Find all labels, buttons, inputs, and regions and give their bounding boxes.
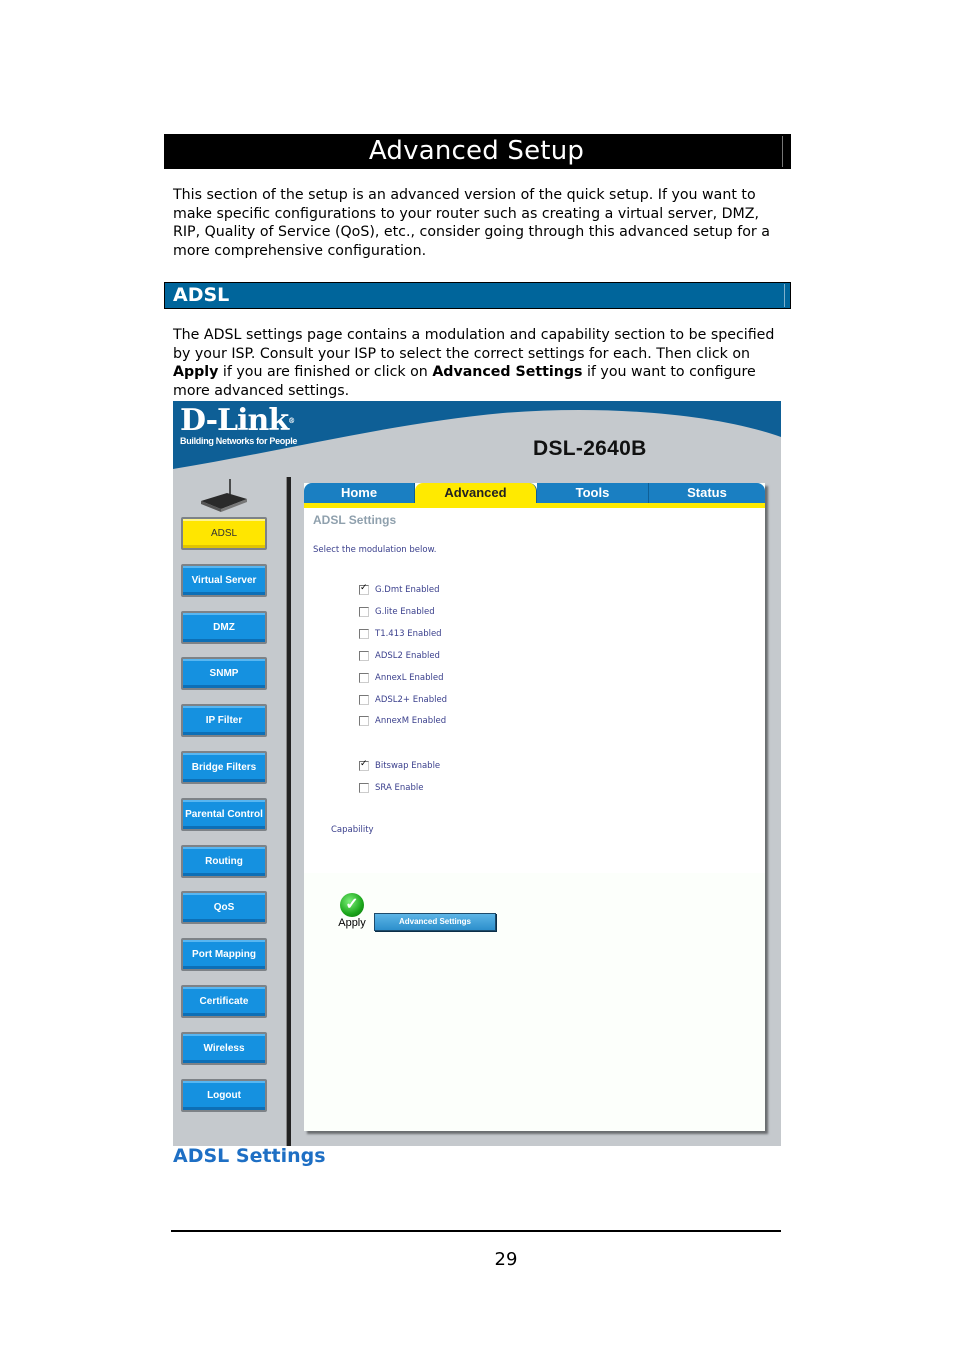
intro-paragraph: This section of the setup is an advanced… <box>173 187 770 259</box>
option-row: AnnexL Enabled <box>359 672 444 683</box>
apply-label: Apply <box>338 917 366 929</box>
option-label: ADSL2 Enabled <box>375 650 440 661</box>
option-label: SRA Enable <box>375 782 424 793</box>
section-header-bar: ADSL <box>164 282 791 309</box>
sidebar-item-bridge-filters[interactable]: Bridge Filters <box>181 751 267 784</box>
footer-rule <box>171 1230 781 1232</box>
sidebar-item-routing[interactable]: Routing <box>181 844 267 878</box>
sidebar-item-virtual-server[interactable]: Virtual Server <box>181 563 267 597</box>
router-device-icon <box>201 479 247 512</box>
capability-label: Capability <box>331 825 374 835</box>
sidebar-item-wireless[interactable]: Wireless <box>181 1031 267 1065</box>
sidebar-item-port-mapping[interactable]: Port Mapping <box>181 938 267 972</box>
sidebar-item-certificate[interactable]: Certificate <box>181 985 267 1018</box>
option-row: AnnexM Enabled <box>359 716 447 727</box>
modulation-instruction: Select the modulation below. <box>313 545 437 555</box>
option-label: ADSL2+ Enabled <box>375 694 448 705</box>
page-title-bar: Advanced Setup <box>164 134 791 169</box>
option-label: T1.413 Enabled <box>375 628 442 639</box>
section-bold-advanced: Advanced Settings <box>432 364 583 381</box>
option-row: Bitswap Enable <box>359 759 441 771</box>
checkbox-adsl2-enabled[interactable] <box>359 650 369 661</box>
sidebar-item-snmp[interactable]: SNMP <box>181 657 267 691</box>
section-text-1: The ADSL settings page contains a modula… <box>173 327 775 362</box>
brand-name: D-Link <box>180 403 289 438</box>
option-label: Bitswap Enable <box>375 761 441 771</box>
panel-title: ADSL Settings <box>313 513 397 527</box>
sidebar-item-logout[interactable]: Logout <box>181 1078 267 1112</box>
tab-home[interactable]: Home <box>304 483 415 503</box>
option-row: SRA Enable <box>359 782 424 793</box>
checkmark-icon: ✓ <box>340 893 364 917</box>
panel-body <box>304 508 765 873</box>
option-label: G.Dmt Enabled <box>375 585 440 595</box>
checkbox-bitswap-enable[interactable] <box>359 759 369 771</box>
checkbox-adsl2-enabled[interactable] <box>359 694 369 705</box>
section-text-2: if you are finished or click on <box>218 364 433 381</box>
section-title: ADSL <box>173 284 230 306</box>
checkbox-sra-enable[interactable] <box>359 782 369 793</box>
checkbox-t1-413-enabled[interactable] <box>359 628 369 639</box>
option-label: AnnexM Enabled <box>375 716 447 727</box>
sidebar-item-parental-control[interactable]: Parental Control <box>181 797 267 831</box>
option-label: AnnexL Enabled <box>375 672 444 683</box>
tab-bar: Home Advanced Tools Status <box>304 483 765 503</box>
option-label: G.lite Enabled <box>375 606 435 617</box>
router-ui-screenshot: D-Link® Building Networks for People DSL… <box>173 401 781 1146</box>
tab-advanced[interactable]: Advanced <box>415 483 537 503</box>
sidebar-divider <box>286 477 291 1146</box>
option-row: ADSL2+ Enabled <box>359 694 448 705</box>
brand-tagline: Building Networks for People <box>180 436 298 446</box>
registered-mark: ® <box>288 416 295 425</box>
sidebar-item-qos[interactable]: QoS <box>181 891 267 925</box>
checkbox-annexl-enabled[interactable] <box>359 672 369 683</box>
checkbox-g-lite-enabled[interactable] <box>359 606 369 617</box>
content-panel: Home Advanced Tools Status ADSL Settings Se… <box>304 483 765 1131</box>
title-bar-edge <box>782 136 783 167</box>
figure-caption: ADSL Settings <box>173 1145 326 1167</box>
section-paragraph: The ADSL settings page contains a modula… <box>173 326 788 400</box>
tab-tools[interactable]: Tools <box>537 483 649 503</box>
advanced-settings-button[interactable]: Advanced Settings <box>374 913 496 931</box>
apply-button[interactable]: ✓ Apply <box>336 893 368 931</box>
section-bar-edge <box>784 284 785 307</box>
sidebar-item-ip-filter[interactable]: IP Filter <box>181 704 267 738</box>
checkbox-annexm-enabled[interactable] <box>359 716 369 727</box>
tab-status[interactable]: Status <box>649 483 765 503</box>
checkbox-g-dmt-enabled[interactable] <box>359 583 369 595</box>
option-row: T1.413 Enabled <box>359 628 442 639</box>
model-name: DSL-2640B <box>533 437 647 460</box>
sidebar-item-dmz[interactable]: DMZ <box>181 610 267 644</box>
page-number: 29 <box>494 1249 518 1270</box>
page-title: Advanced Setup <box>368 136 585 166</box>
dlink-logo: D-Link® Building Networks for People <box>180 406 297 447</box>
section-bold-apply: Apply <box>173 364 219 381</box>
option-row: ADSL2 Enabled <box>359 650 440 661</box>
sidebar-item-adsl[interactable]: ADSL <box>181 517 267 550</box>
option-row: G.Dmt Enabled <box>359 583 440 595</box>
option-row: G.lite Enabled <box>359 606 435 617</box>
